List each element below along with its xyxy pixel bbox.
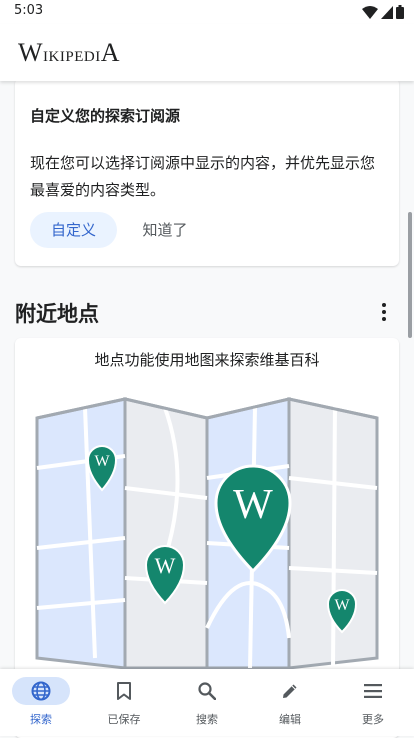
- svg-text:W: W: [334, 597, 350, 614]
- nav-edits-label: 编辑: [279, 713, 301, 726]
- customize-button[interactable]: 自定义: [30, 212, 117, 248]
- search-icon: [198, 682, 216, 700]
- nav-saved[interactable]: 已保存: [83, 669, 165, 736]
- bottom-navigation: 探索 已保存 搜索 编辑 更多: [0, 669, 414, 736]
- nav-explore[interactable]: 探索: [0, 669, 82, 736]
- pencil-icon: [283, 684, 297, 698]
- menu-icon: [364, 684, 382, 698]
- nav-more[interactable]: 更多: [332, 669, 414, 736]
- nav-more-label: 更多: [362, 713, 384, 726]
- got-it-button[interactable]: 知道了: [125, 212, 205, 248]
- scrollbar[interactable]: [408, 212, 412, 338]
- svg-text:W: W: [155, 553, 176, 578]
- battery-icon: [396, 5, 404, 19]
- wikipedia-wordmark: WikipediA: [18, 38, 120, 67]
- places-card-text: 地点功能使用地图来探索维基百科: [94, 351, 320, 369]
- status-bar: 5:03: [0, 0, 414, 24]
- svg-text:W: W: [94, 453, 110, 470]
- app-bar: WikipediA: [0, 24, 414, 81]
- svg-text:W: W: [233, 482, 273, 528]
- globe-icon: [31, 681, 51, 701]
- bookmark-icon: [117, 682, 131, 700]
- signal-icon: [381, 5, 393, 19]
- customize-card-body: 现在您可以选择订阅源中显示的内容，并优先显示您最喜爱的内容类型。: [30, 154, 376, 199]
- places-section-title: 附近地点: [15, 302, 99, 326]
- customize-card-title: 自定义您的探索订阅源: [30, 107, 181, 125]
- customize-feed-card: 自定义您的探索订阅源 现在您可以选择订阅源中显示的内容，并优先显示您最喜爱的内容…: [15, 78, 399, 266]
- wifi-icon: [362, 5, 378, 19]
- status-time: 5:03: [14, 3, 44, 18]
- nav-edits[interactable]: 编辑: [249, 669, 331, 736]
- nav-search-label: 搜索: [196, 713, 218, 726]
- nav-explore-label: 探索: [30, 713, 52, 726]
- status-icons: [362, 5, 404, 19]
- overflow-menu-icon[interactable]: [374, 300, 394, 324]
- nav-saved-label: 已保存: [107, 713, 141, 726]
- nav-search[interactable]: 搜索: [166, 669, 248, 736]
